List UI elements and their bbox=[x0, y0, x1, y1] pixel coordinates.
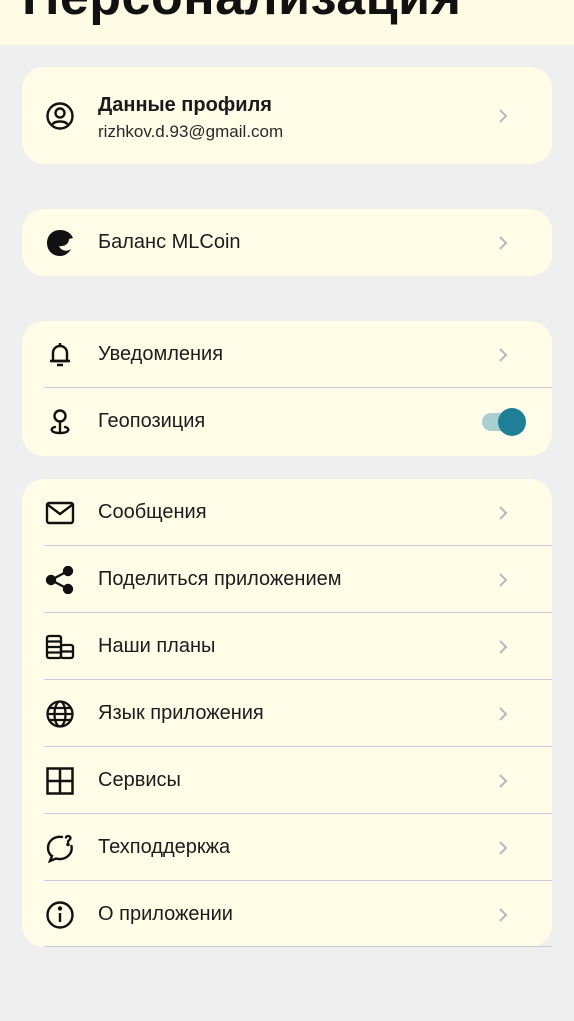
chevron-right-icon bbox=[499, 572, 508, 587]
menu-item-support[interactable]: Техподдеркжа bbox=[22, 814, 552, 881]
menu-item-messages[interactable]: Сообщения bbox=[22, 479, 552, 546]
profile-card: Данные профиля rizhkov.d.93@gmail.com bbox=[22, 67, 552, 164]
share-icon bbox=[44, 564, 76, 596]
coins-stack-icon bbox=[44, 631, 76, 663]
chevron-right-icon bbox=[499, 505, 508, 520]
menu-item-label: О приложении bbox=[98, 903, 233, 925]
menu-item-about[interactable]: О приложении bbox=[22, 881, 552, 947]
menu-item-label: Поделиться приложением bbox=[98, 568, 342, 590]
geo-label: Геопозиция bbox=[98, 410, 206, 432]
menu-item-share[interactable]: Поделиться приложением bbox=[22, 546, 552, 613]
support-chat-icon bbox=[44, 832, 76, 864]
balance-card: Баланс MLCoin bbox=[22, 209, 552, 276]
chevron-right-icon bbox=[499, 639, 508, 654]
user-circle-icon bbox=[44, 100, 76, 132]
menu-item-label: Техподдеркжа bbox=[98, 836, 231, 858]
profile-email: rizhkov.d.93@gmail.com bbox=[98, 122, 284, 141]
balance-row[interactable]: Баланс MLCoin bbox=[22, 209, 552, 276]
menu-card: Сообщения Поделиться приложением Наши пл… bbox=[22, 479, 552, 947]
settings-card: Уведомления Геопозиция bbox=[22, 321, 552, 456]
menu-item-label: Сообщения bbox=[98, 501, 207, 523]
menu-item-label: Язык приложения bbox=[98, 702, 264, 724]
chevron-right-icon bbox=[499, 773, 508, 788]
balance-label: Баланс MLCoin bbox=[98, 231, 241, 253]
menu-item-plans[interactable]: Наши планы bbox=[22, 613, 552, 680]
menu-item-label: Наши планы bbox=[98, 635, 216, 657]
globe-icon bbox=[44, 698, 76, 730]
geo-row[interactable]: Геопозиция bbox=[22, 388, 552, 455]
divider bbox=[44, 946, 552, 947]
menu-item-services[interactable]: Сервисы bbox=[22, 747, 552, 814]
chevron-right-icon bbox=[499, 235, 508, 250]
chevron-right-icon bbox=[499, 840, 508, 855]
grid-icon bbox=[44, 765, 76, 797]
menu-item-language[interactable]: Язык приложения bbox=[22, 680, 552, 747]
chevron-right-icon bbox=[499, 347, 508, 362]
toggle-knob bbox=[498, 407, 526, 436]
chevron-right-icon bbox=[499, 907, 508, 922]
profile-name: Данные профиля bbox=[98, 94, 272, 116]
bell-icon bbox=[44, 339, 76, 371]
header: Персонализация bbox=[0, 0, 574, 45]
location-pin-icon bbox=[44, 406, 76, 438]
menu-item-label: Сервисы bbox=[98, 769, 181, 791]
notifications-row[interactable]: Уведомления bbox=[22, 321, 552, 388]
info-icon bbox=[44, 899, 76, 931]
mail-icon bbox=[44, 497, 76, 529]
chevron-right-icon bbox=[499, 108, 508, 123]
chevron-right-icon bbox=[499, 706, 508, 721]
mlcoin-icon bbox=[44, 227, 76, 259]
profile-row[interactable]: Данные профиля rizhkov.d.93@gmail.com bbox=[22, 67, 552, 164]
geo-toggle[interactable] bbox=[480, 407, 526, 437]
notifications-label: Уведомления bbox=[98, 343, 224, 365]
page-title: Персонализация bbox=[22, 0, 461, 27]
